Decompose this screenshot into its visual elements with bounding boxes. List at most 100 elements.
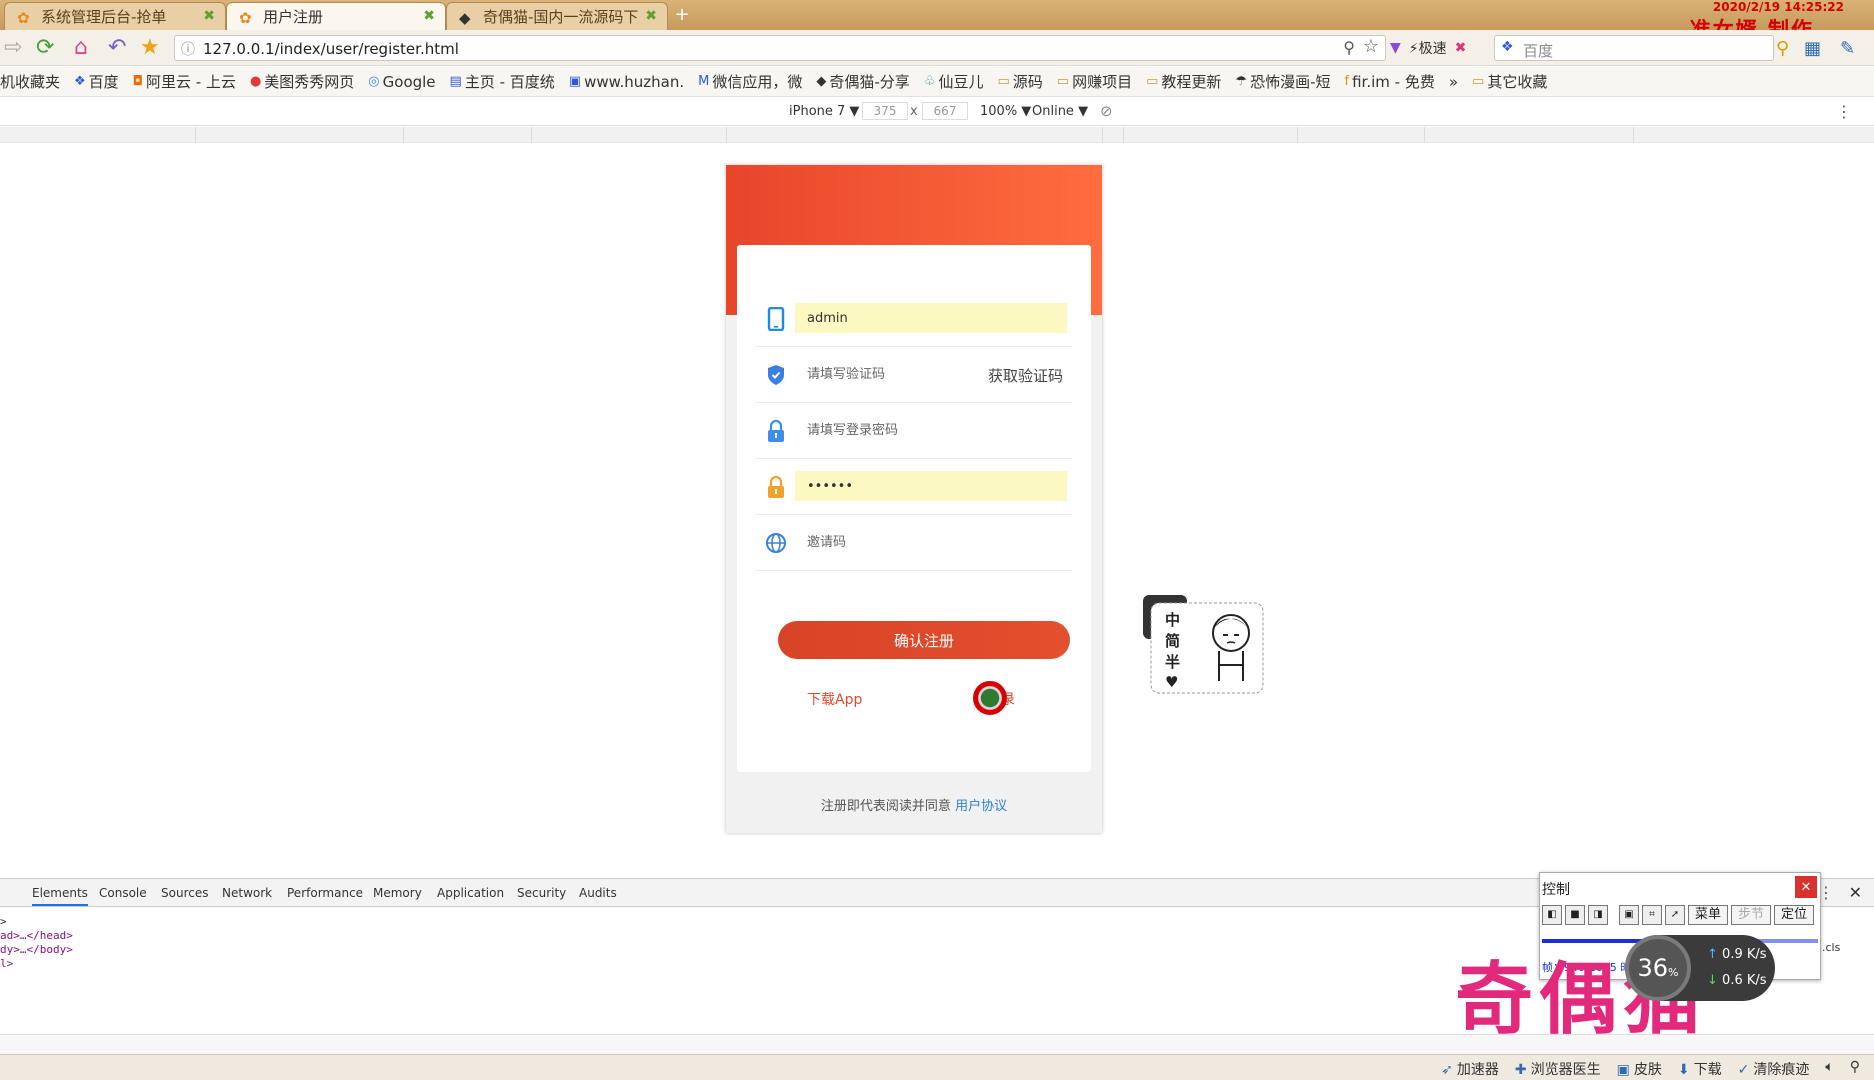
- get-code-button[interactable]: 获取验证码: [988, 365, 1063, 386]
- bookmark-folder[interactable]: ▭ 源码: [997, 71, 1042, 92]
- forward-icon[interactable]: ⇨: [4, 37, 22, 59]
- cls-toggle[interactable]: .cls: [1822, 941, 1840, 954]
- tab-elements[interactable]: Elements: [32, 886, 88, 906]
- refresh-icon[interactable]: ⟳: [36, 37, 54, 59]
- tab-console[interactable]: Console: [99, 886, 147, 900]
- invite-code-input[interactable]: [795, 527, 1067, 557]
- close-icon[interactable]: ✖: [645, 8, 657, 24]
- device-width[interactable]: 375: [862, 102, 908, 120]
- folder-icon: ▭: [997, 74, 1010, 89]
- bookmark-item[interactable]: ☂ 恐怖漫画-短: [1235, 71, 1330, 92]
- tab-audits[interactable]: Audits: [579, 886, 617, 900]
- address-bar[interactable]: ⓘ 127.0.0.1/index/user/register.html ⚲ ☆: [174, 35, 1386, 61]
- bookmark-item[interactable]: ▤ 主页 - 百度统: [450, 71, 555, 92]
- cursor-icon[interactable]: ➚: [1665, 905, 1685, 925]
- shield-icon[interactable]: ▼: [1390, 40, 1401, 56]
- zoom-select[interactable]: 100% ▼: [980, 104, 1031, 119]
- lock-icon: [768, 475, 784, 498]
- skin-button[interactable]: ▣ 皮肤: [1617, 1059, 1662, 1079]
- download-icon: ⬇: [1677, 1062, 1690, 1078]
- undo-icon[interactable]: ↶: [108, 37, 126, 59]
- tab-admin-backend[interactable]: ✿ 系统管理后台-抢单 ✖: [4, 2, 226, 30]
- bookmark-item[interactable]: ◎ Google: [368, 73, 435, 91]
- bookmark-folder[interactable]: ▭ 网赚项目: [1057, 71, 1132, 92]
- search-icon[interactable]: ⚲: [1850, 1059, 1860, 1079]
- clear-traces-button[interactable]: ✓ 清除痕迹: [1738, 1059, 1810, 1079]
- page-icon: ▣: [568, 74, 582, 89]
- register-card: 获取验证码: [737, 245, 1091, 772]
- tab-performance[interactable]: Performance: [287, 886, 363, 900]
- dom-node[interactable]: dy>…</body>: [0, 943, 73, 956]
- bookmark-item[interactable]: f fir.im - 免费: [1345, 71, 1435, 92]
- home-icon[interactable]: ⌂: [74, 37, 88, 59]
- accelerator-button[interactable]: ➶ 加速器: [1441, 1059, 1499, 1079]
- search-icon[interactable]: ⚲: [1776, 38, 1789, 60]
- bookmark-folder[interactable]: ▭ 教程更新: [1146, 71, 1221, 92]
- bookmark-folder[interactable]: ▭ 其它收藏: [1472, 71, 1547, 92]
- favorites-star-icon[interactable]: ★: [140, 37, 160, 59]
- next-frame-icon[interactable]: ◨: [1588, 905, 1608, 925]
- close-icon[interactable]: ✖: [423, 8, 435, 24]
- close-icon[interactable]: ✖: [203, 8, 215, 24]
- volume-icon[interactable]: 🔈︎: [1825, 1059, 1833, 1079]
- confirm-register-button[interactable]: 确认注册: [778, 621, 1070, 659]
- bookmark-item[interactable]: ♧ 仙豆儿: [924, 71, 984, 92]
- apps-icon[interactable]: ▦: [1804, 38, 1821, 60]
- device-select[interactable]: iPhone 7 ▼: [789, 104, 859, 119]
- tab-security[interactable]: Security: [517, 886, 566, 900]
- download-app-link[interactable]: 下载App: [807, 689, 862, 709]
- rotate-icon[interactable]: ⊘: [1100, 102, 1113, 120]
- fir-icon: f: [1344, 74, 1350, 89]
- password-row: [755, 403, 1073, 459]
- tab-user-register[interactable]: ✿ 用户注册 ✖: [226, 2, 446, 30]
- tab-application[interactable]: Application: [437, 886, 504, 900]
- bookmark-item[interactable]: ◆ 奇偶猫-分享: [816, 71, 909, 92]
- menu-button[interactable]: 菜单: [1688, 905, 1729, 925]
- dom-node[interactable]: l>: [0, 957, 13, 970]
- tab-label: 系统管理后台-抢单: [41, 8, 167, 26]
- download-button[interactable]: ⬇ 下载: [1678, 1059, 1722, 1079]
- stop-icon[interactable]: ■: [1565, 905, 1585, 925]
- bookmark-item[interactable]: ● 美图秀秀网页: [250, 71, 354, 92]
- dom-node[interactable]: >: [0, 915, 7, 928]
- bookmark-item[interactable]: ❖ 百度: [74, 71, 119, 92]
- bean-icon: ♧: [923, 74, 936, 89]
- step-button[interactable]: 步节: [1731, 905, 1772, 925]
- close-panel-button[interactable]: ✕: [1795, 876, 1817, 898]
- bookmark-item[interactable]: 机收藏夹: [0, 71, 60, 92]
- bookmarks-overflow[interactable]: »: [1449, 73, 1458, 91]
- extension-icon[interactable]: ✖: [1455, 40, 1467, 56]
- zoom-icon[interactable]: ⚲: [1343, 38, 1355, 57]
- bookmark-item[interactable]: ▣ www.huzhan.: [569, 73, 684, 91]
- locate-button[interactable]: 定位: [1774, 905, 1815, 925]
- device-height[interactable]: 667: [922, 102, 968, 120]
- bookmark-item[interactable]: ◘ 阿里云 - 上云: [133, 71, 236, 92]
- user-agreement-link[interactable]: 用户协议: [955, 799, 1007, 814]
- tab-memory[interactable]: Memory: [373, 886, 422, 900]
- phone-frame: 获取验证码: [726, 165, 1102, 833]
- confirm-password-input[interactable]: [795, 471, 1067, 501]
- new-tab-button[interactable]: +: [672, 5, 692, 25]
- region-icon[interactable]: ⌗: [1642, 905, 1662, 925]
- tools-icon[interactable]: ✎: [1840, 38, 1855, 60]
- wechat-icon: M: [698, 74, 710, 89]
- browser-doctor-button[interactable]: ✚ 浏览器医生: [1515, 1059, 1601, 1079]
- more-options-icon[interactable]: ⋮: [1836, 102, 1852, 121]
- bookmark-star-icon[interactable]: ☆: [1363, 36, 1379, 57]
- dom-node[interactable]: ad>…</head>: [0, 929, 73, 942]
- speed-mode-button[interactable]: ⚡极速: [1409, 38, 1447, 58]
- cat-icon: ◆: [459, 9, 471, 27]
- tab-qioumao[interactable]: ◆ 奇偶猫-国内一流源码下 ✖: [446, 2, 668, 30]
- capture-icon[interactable]: ▣: [1619, 905, 1639, 925]
- upload-speed: ↑ 0.9 K/s: [1707, 947, 1767, 962]
- password-input[interactable]: [795, 415, 1067, 445]
- phone-input[interactable]: [795, 303, 1067, 333]
- dimension-separator: x: [910, 104, 918, 119]
- tab-sources[interactable]: Sources: [161, 886, 208, 900]
- prev-frame-icon[interactable]: ◧: [1542, 905, 1562, 925]
- tab-network[interactable]: Network: [222, 886, 272, 900]
- bookmark-item[interactable]: M 微信应用，微: [698, 71, 802, 92]
- network-select[interactable]: Online ▼: [1032, 104, 1088, 119]
- search-box[interactable]: ❖ 百度: [1494, 35, 1774, 61]
- close-devtools-icon[interactable]: ✕: [1849, 883, 1862, 902]
